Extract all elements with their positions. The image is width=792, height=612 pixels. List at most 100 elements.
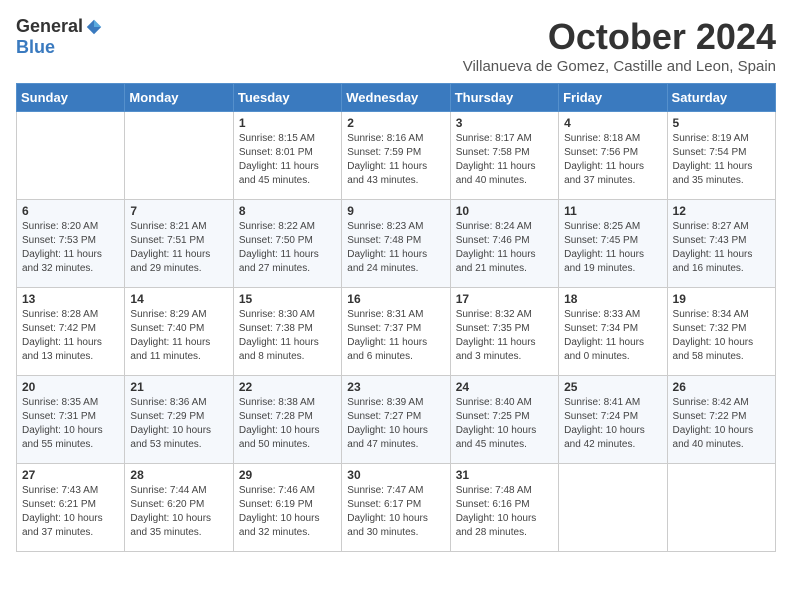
day-info: Sunrise: 8:15 AM Sunset: 8:01 PM Dayligh… <box>239 132 336 188</box>
calendar-week-row: 6 Sunrise: 8:20 AM Sunset: 7:53 PM Daylig… <box>17 200 776 288</box>
day-number: 26 <box>673 380 770 394</box>
day-of-week-header: Tuesday <box>233 84 341 112</box>
day-info: Sunrise: 8:17 AM Sunset: 7:58 PM Dayligh… <box>456 132 553 188</box>
day-number: 11 <box>564 204 661 218</box>
day-info: Sunrise: 8:27 AM Sunset: 7:43 PM Dayligh… <box>673 220 770 276</box>
calendar-cell: 11 Sunrise: 8:25 AM Sunset: 7:45 PM Dayli… <box>559 200 667 288</box>
logo-icon <box>85 18 103 36</box>
day-of-week-header: Saturday <box>667 84 775 112</box>
calendar-cell: 12Sunrise: 8:27 AM Sunset: 7:43 PM Dayli… <box>667 200 775 288</box>
day-number: 5 <box>673 116 770 130</box>
calendar-cell: 8 Sunrise: 8:22 AM Sunset: 7:50 PM Daylig… <box>233 200 341 288</box>
calendar-cell: 31Sunrise: 7:48 AM Sunset: 6:16 PM Dayli… <box>450 464 558 552</box>
day-info: Sunrise: 8:40 AM Sunset: 7:25 PM Dayligh… <box>456 396 553 452</box>
day-number: 6 <box>22 204 119 218</box>
calendar-header-row: SundayMondayTuesdayWednesdayThursdayFrid… <box>17 84 776 112</box>
calendar-cell: 1 Sunrise: 8:15 AM Sunset: 8:01 PM Daylig… <box>233 112 341 200</box>
calendar-cell: 15Sunrise: 8:30 AM Sunset: 7:38 PM Dayli… <box>233 288 341 376</box>
day-number: 24 <box>456 380 553 394</box>
day-info: Sunrise: 8:38 AM Sunset: 7:28 PM Dayligh… <box>239 396 336 452</box>
day-number: 13 <box>22 292 119 306</box>
day-number: 30 <box>347 468 444 482</box>
day-number: 1 <box>239 116 336 130</box>
calendar-cell: 26 Sunrise: 8:42 AM Sunset: 7:22 PM Dayli… <box>667 376 775 464</box>
calendar-cell: 6 Sunrise: 8:20 AM Sunset: 7:53 PM Daylig… <box>17 200 125 288</box>
calendar-cell: 3 Sunrise: 8:17 AM Sunset: 7:58 PM Daylig… <box>450 112 558 200</box>
day-info: Sunrise: 8:42 AM Sunset: 7:22 PM Dayligh… <box>673 396 770 452</box>
calendar-cell: 24 Sunrise: 8:40 AM Sunset: 7:25 PM Dayli… <box>450 376 558 464</box>
logo-blue: Blue <box>16 37 55 57</box>
day-number: 22 <box>239 380 336 394</box>
day-info: Sunrise: 7:43 AM Sunset: 6:21 PM Dayligh… <box>22 484 119 540</box>
calendar-cell: 21 Sunrise: 8:36 AM Sunset: 7:29 PM Dayli… <box>125 376 233 464</box>
day-number: 19 <box>673 292 770 306</box>
day-info: Sunrise: 8:16 AM Sunset: 7:59 PM Dayligh… <box>347 132 444 188</box>
day-info: Sunrise: 8:33 AM Sunset: 7:34 PM Dayligh… <box>564 308 661 364</box>
day-number: 20 <box>22 380 119 394</box>
day-number: 9 <box>347 204 444 218</box>
day-number: 25 <box>564 380 661 394</box>
calendar-cell: 22 Sunrise: 8:38 AM Sunset: 7:28 PM Dayli… <box>233 376 341 464</box>
calendar-cell: 18 Sunrise: 8:33 AM Sunset: 7:34 PM Dayli… <box>559 288 667 376</box>
day-number: 15 <box>239 292 336 306</box>
calendar-cell: 7Sunrise: 8:21 AM Sunset: 7:51 PM Daylig… <box>125 200 233 288</box>
day-info: Sunrise: 8:32 AM Sunset: 7:35 PM Dayligh… <box>456 308 553 364</box>
day-number: 28 <box>130 468 227 482</box>
day-info: Sunrise: 8:29 AM Sunset: 7:40 PM Dayligh… <box>130 308 227 364</box>
day-number: 18 <box>564 292 661 306</box>
day-info: Sunrise: 7:44 AM Sunset: 6:20 PM Dayligh… <box>130 484 227 540</box>
calendar-cell: 20 Sunrise: 8:35 AM Sunset: 7:31 PM Dayli… <box>17 376 125 464</box>
day-info: Sunrise: 8:36 AM Sunset: 7:29 PM Dayligh… <box>130 396 227 452</box>
day-info: Sunrise: 8:22 AM Sunset: 7:50 PM Dayligh… <box>239 220 336 276</box>
calendar-cell: 17Sunrise: 8:32 AM Sunset: 7:35 PM Dayli… <box>450 288 558 376</box>
day-info: Sunrise: 7:46 AM Sunset: 6:19 PM Dayligh… <box>239 484 336 540</box>
calendar-cell: 25 Sunrise: 8:41 AM Sunset: 7:24 PM Dayli… <box>559 376 667 464</box>
calendar-cell <box>667 464 775 552</box>
day-of-week-header: Thursday <box>450 84 558 112</box>
day-number: 29 <box>239 468 336 482</box>
day-number: 21 <box>130 380 227 394</box>
day-info: Sunrise: 8:34 AM Sunset: 7:32 PM Dayligh… <box>673 308 770 364</box>
day-number: 4 <box>564 116 661 130</box>
day-info: Sunrise: 8:18 AM Sunset: 7:56 PM Dayligh… <box>564 132 661 188</box>
day-of-week-header: Wednesday <box>342 84 450 112</box>
day-info: Sunrise: 8:41 AM Sunset: 7:24 PM Dayligh… <box>564 396 661 452</box>
calendar-week-row: 27 Sunrise: 7:43 AM Sunset: 6:21 PM Dayli… <box>17 464 776 552</box>
calendar-week-row: 13Sunrise: 8:28 AM Sunset: 7:42 PM Dayli… <box>17 288 776 376</box>
day-info: Sunrise: 8:23 AM Sunset: 7:48 PM Dayligh… <box>347 220 444 276</box>
day-info: Sunrise: 7:47 AM Sunset: 6:17 PM Dayligh… <box>347 484 444 540</box>
calendar-week-row: 1 Sunrise: 8:15 AM Sunset: 8:01 PM Daylig… <box>17 112 776 200</box>
day-number: 10 <box>456 204 553 218</box>
calendar-cell <box>559 464 667 552</box>
calendar-cell: 4 Sunrise: 8:18 AM Sunset: 7:56 PM Daylig… <box>559 112 667 200</box>
day-number: 7 <box>130 204 227 218</box>
month-title: October 2024 <box>463 16 776 58</box>
day-info: Sunrise: 8:35 AM Sunset: 7:31 PM Dayligh… <box>22 396 119 452</box>
calendar-cell: 28 Sunrise: 7:44 AM Sunset: 6:20 PM Dayli… <box>125 464 233 552</box>
day-info: Sunrise: 8:31 AM Sunset: 7:37 PM Dayligh… <box>347 308 444 364</box>
day-number: 2 <box>347 116 444 130</box>
calendar-week-row: 20 Sunrise: 8:35 AM Sunset: 7:31 PM Dayli… <box>17 376 776 464</box>
day-number: 3 <box>456 116 553 130</box>
page-header: General Blue October 2024 Villanueva de … <box>16 16 776 75</box>
day-info: Sunrise: 8:20 AM Sunset: 7:53 PM Dayligh… <box>22 220 119 276</box>
calendar-cell: 2 Sunrise: 8:16 AM Sunset: 7:59 PM Daylig… <box>342 112 450 200</box>
day-number: 14 <box>130 292 227 306</box>
day-number: 16 <box>347 292 444 306</box>
calendar-cell <box>17 112 125 200</box>
calendar-cell: 23Sunrise: 8:39 AM Sunset: 7:27 PM Dayli… <box>342 376 450 464</box>
day-number: 8 <box>239 204 336 218</box>
title-section: October 2024 Villanueva de Gomez, Castil… <box>463 16 776 75</box>
day-number: 27 <box>22 468 119 482</box>
calendar-cell: 13Sunrise: 8:28 AM Sunset: 7:42 PM Dayli… <box>17 288 125 376</box>
calendar-cell <box>125 112 233 200</box>
calendar-cell: 14 Sunrise: 8:29 AM Sunset: 7:40 PM Dayli… <box>125 288 233 376</box>
logo-general: General <box>16 16 83 37</box>
location-subtitle: Villanueva de Gomez, Castille and Leon, … <box>463 58 776 75</box>
calendar-cell: 29 Sunrise: 7:46 AM Sunset: 6:19 PM Dayli… <box>233 464 341 552</box>
day-info: Sunrise: 8:24 AM Sunset: 7:46 PM Dayligh… <box>456 220 553 276</box>
day-info: Sunrise: 8:25 AM Sunset: 7:45 PM Dayligh… <box>564 220 661 276</box>
day-info: Sunrise: 8:19 AM Sunset: 7:54 PM Dayligh… <box>673 132 770 188</box>
day-number: 31 <box>456 468 553 482</box>
calendar-cell: 10 Sunrise: 8:24 AM Sunset: 7:46 PM Dayli… <box>450 200 558 288</box>
